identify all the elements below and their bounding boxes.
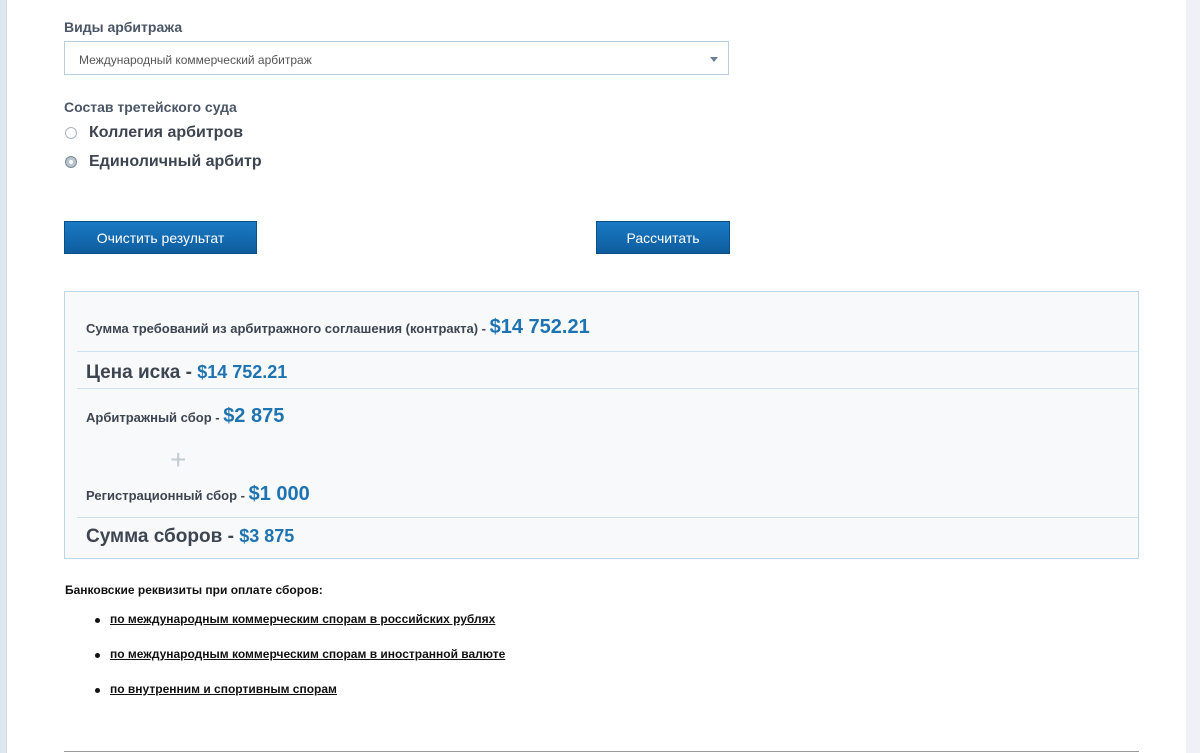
radio-sole-arbitrator-icon[interactable] xyxy=(65,156,77,168)
page-content: Виды арбитража Международный коммерчески… xyxy=(6,0,1188,753)
radio-option-sole-arbitrator[interactable]: Единоличный арбитр xyxy=(65,153,262,171)
registration-fee-label: Регистрационный сбор - xyxy=(86,488,249,503)
arbitration-fee-value: $2 875 xyxy=(223,405,285,427)
page-gutter xyxy=(1186,0,1200,753)
bank-link-foreign-currency[interactable]: по международным коммерческим спорам в и… xyxy=(110,647,505,661)
radio-sole-arbitrator-label: Единоличный арбитр xyxy=(89,153,262,170)
arbitration-type-value: Международный коммерческий арбитраж xyxy=(79,53,312,67)
plus-icon: + xyxy=(170,444,187,475)
bank-details-title: Банковские реквизиты при оплате сборов: xyxy=(65,583,323,597)
list-item: по международным коммерческим спорам в и… xyxy=(65,647,505,682)
registration-fee-value: $1 000 xyxy=(248,483,310,505)
claim-price-label: Цена иска - xyxy=(86,362,198,383)
tribunal-composition-label: Состав третейского суда xyxy=(64,99,237,115)
bullet-icon xyxy=(95,688,100,693)
claim-sum-label: Сумма требований из арбитражного соглаше… xyxy=(86,321,490,336)
total-fees-row: Сумма сборов - $3 875 xyxy=(86,526,294,548)
bank-link-domestic-sports[interactable]: по внутренним и спортивным спорам xyxy=(110,682,337,696)
claim-sum-value: $14 752.21 xyxy=(489,316,590,338)
radio-panel-label: Коллегия арбитров xyxy=(89,124,244,141)
bullet-icon xyxy=(95,653,100,658)
claim-price-row: Цена иска - $14 752.21 xyxy=(86,362,287,384)
arbitration-fee-label: Арбитражный сбор - xyxy=(86,410,224,425)
bullet-icon xyxy=(95,618,100,623)
chevron-down-icon xyxy=(710,57,718,62)
divider xyxy=(77,517,1138,518)
divider xyxy=(77,388,1138,389)
radio-option-panel[interactable]: Коллегия арбитров xyxy=(65,124,243,142)
total-fees-label: Сумма сборов - xyxy=(86,526,240,547)
total-fees-value: $3 875 xyxy=(239,526,295,546)
divider xyxy=(77,351,1138,352)
list-item: по внутренним и спортивным спорам xyxy=(65,682,505,717)
arbitration-type-select[interactable]: Международный коммерческий арбитраж xyxy=(64,41,729,75)
arbitration-type-label: Виды арбитража xyxy=(64,19,183,35)
results-panel: Сумма требований из арбитражного соглаше… xyxy=(64,291,1139,559)
claim-price-value: $14 752.21 xyxy=(197,362,288,382)
list-item: по международным коммерческим спорам в р… xyxy=(65,612,505,647)
registration-fee-row: Регистрационный сбор - $1 000 xyxy=(86,483,310,506)
bank-link-rub[interactable]: по международным коммерческим спорам в р… xyxy=(110,612,495,626)
radio-panel-icon[interactable] xyxy=(65,127,77,139)
arbitration-fee-row: Арбитражный сбор - $2 875 xyxy=(86,405,284,428)
bank-details-list: по международным коммерческим спорам в р… xyxy=(65,612,505,717)
claim-sum-row: Сумма требований из арбитражного соглаше… xyxy=(86,316,590,339)
clear-result-button[interactable]: Очистить результат xyxy=(64,221,257,254)
divider xyxy=(64,751,1139,752)
calculate-button[interactable]: Рассчитать xyxy=(596,221,730,254)
